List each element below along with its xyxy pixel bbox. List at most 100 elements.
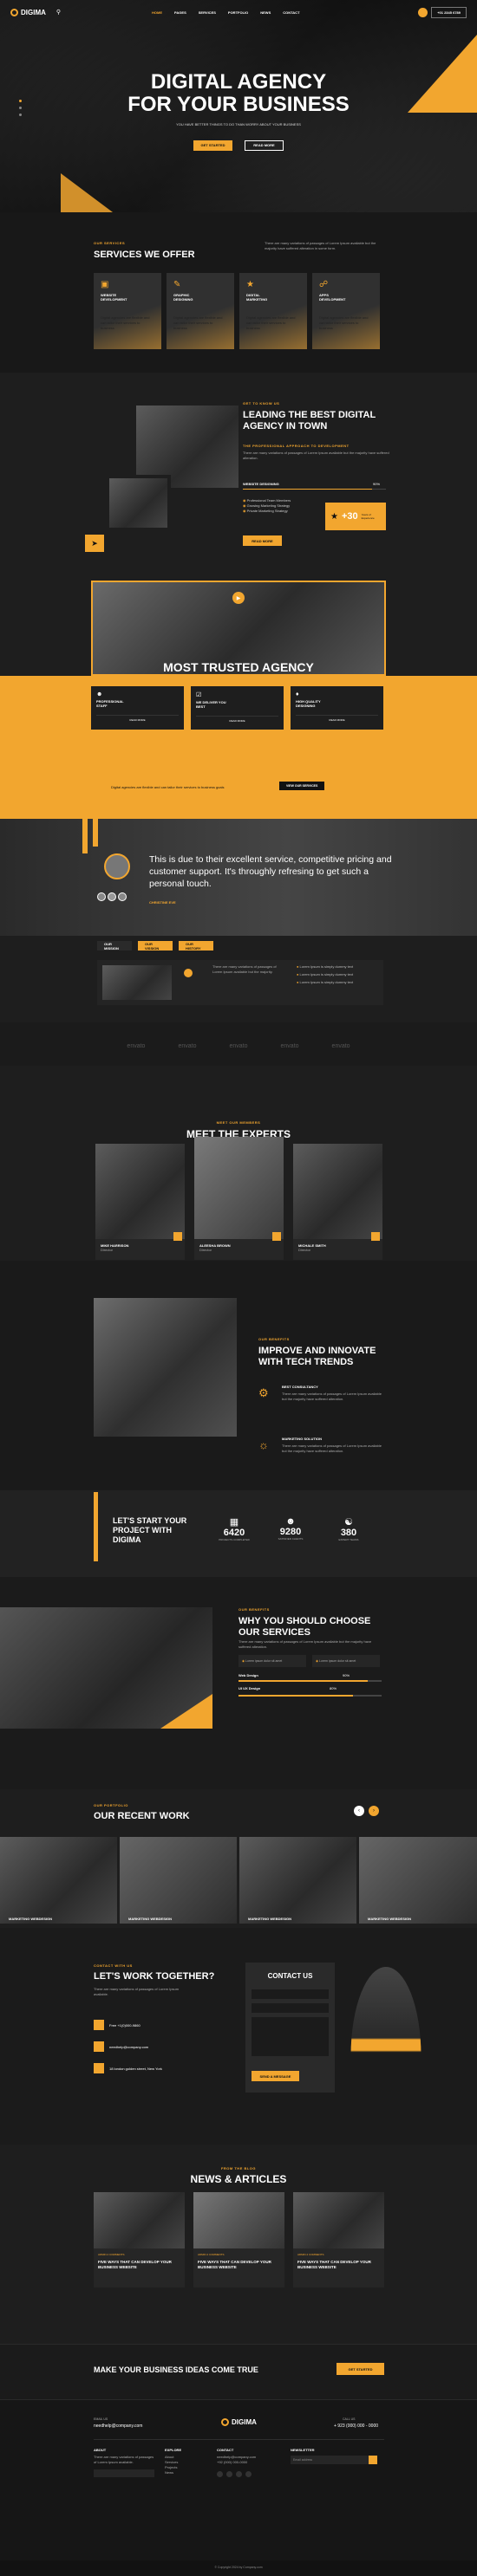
work-item[interactable] — [120, 1837, 237, 1924]
newsletter-submit-button[interactable] — [369, 2456, 377, 2464]
play-button-icon[interactable]: ▶ — [232, 592, 245, 604]
news-card[interactable]: ADMIN 2 COMMENTS FIVE WAYS THAT CAN DEVE… — [94, 2248, 185, 2287]
consultancy-icon: ⚙ — [258, 1386, 269, 1399]
next-arrow-icon[interactable]: › — [369, 1806, 379, 1816]
instagram-icon[interactable] — [236, 2471, 242, 2477]
message-field[interactable] — [252, 2017, 329, 2056]
work-item[interactable] — [0, 1837, 117, 1924]
header-phone[interactable]: +01 2345 6789 — [431, 6, 467, 18]
services-section — [0, 212, 477, 373]
trusted-card[interactable]: ☑ WE DELIVER YOU BEST READ MORE — [191, 686, 284, 730]
news-image[interactable] — [94, 2192, 185, 2248]
linkedin-icon[interactable] — [245, 2471, 252, 2477]
about-skill-pct: 90% — [373, 482, 381, 486]
share-icon[interactable] — [371, 1232, 380, 1241]
share-icon[interactable] — [272, 1232, 281, 1241]
trusted-card-link[interactable]: READ MORE — [196, 716, 278, 723]
about-read-more-button[interactable]: READ MORE — [243, 535, 282, 546]
nav-item-portfolio[interactable]: PORTFOLIO — [228, 10, 248, 15]
service-card[interactable]: ▣ WEBSITE DEVELOPMENT Digital agencies a… — [94, 273, 161, 349]
avatar[interactable] — [108, 892, 116, 901]
footer-contact-phone[interactable]: +92 (000) 000-0000 — [217, 2460, 256, 2465]
trusted-card[interactable]: ☻ PROFESSIONAL STAFF READ MORE — [91, 686, 184, 730]
view-services-button[interactable]: VIEW OUR SERVICES — [279, 782, 325, 790]
nav-item-contact[interactable]: CONTACT — [283, 10, 299, 15]
avatar[interactable] — [118, 892, 127, 901]
service-card[interactable]: ✎ GRAPHIC DESIGNING Digital agencies are… — [167, 273, 234, 349]
phone-icon[interactable] — [418, 7, 428, 17]
partner-logo: envato — [178, 1043, 197, 1049]
team-member-photo[interactable] — [95, 1144, 185, 1239]
share-icon[interactable] — [173, 1232, 182, 1241]
newsletter-input[interactable]: Email address — [291, 2456, 377, 2464]
work-item[interactable] — [359, 1837, 477, 1924]
clients-icon: ☻ — [285, 1516, 296, 1527]
search-icon[interactable]: ⚲ — [56, 9, 61, 16]
nav-item-services[interactable]: SERVICES — [199, 10, 216, 15]
marketing-title: MARKETING SOLUTION — [282, 1437, 322, 1441]
news-image[interactable] — [193, 2192, 284, 2248]
service-text: Digital agencies are flexible and can ta… — [101, 315, 150, 330]
contact-form-title: CONTACT US — [267, 1972, 313, 1980]
footer-copyright: © Copyright 2024 by Company.com — [214, 2566, 263, 2569]
why-box: ◉ Lorem ipsum dolor sit amet — [312, 1655, 380, 1667]
hero-read-more-button[interactable]: READ MORE — [245, 140, 284, 151]
footer-email[interactable]: needhelp@company.com — [94, 2424, 142, 2429]
team-member-photo[interactable] — [293, 1144, 382, 1239]
footer-col-title: CONTACT — [217, 2448, 234, 2452]
send-message-button[interactable]: SEND A MESSAGE — [252, 2071, 299, 2081]
tab-vission[interactable]: OUR VISSION — [138, 941, 173, 951]
website-icon: ▣ — [101, 280, 109, 289]
footer-call[interactable]: + 923 (000) 000 - 0000 — [334, 2424, 378, 2429]
news-card[interactable]: ADMIN 2 COMMENTS FIVE WAYS THAT CAN DEVE… — [193, 2248, 284, 2287]
list-item: ● Lorem Ipsum is simply dummy text — [297, 980, 354, 984]
cta-title: MAKE YOUR BUSINESS IDEAS COME TRUE — [94, 2365, 258, 2374]
about-send-icon: ➤ — [85, 535, 104, 552]
services-intro: There are many variations of passages of… — [265, 241, 376, 250]
slide-dot[interactable] — [19, 114, 22, 116]
stat-value: 9280 — [279, 1527, 302, 1537]
news-image[interactable] — [293, 2192, 384, 2248]
partner-logo: envato — [229, 1043, 248, 1049]
slide-dot[interactable] — [19, 100, 22, 102]
stat-block: ▦ 6420 PROJECTS COMPLETED — [217, 1516, 252, 1541]
footer-link[interactable]: News — [165, 2470, 178, 2475]
service-card[interactable]: ★ DIGITAL MARKETING Digital agencies are… — [239, 273, 307, 349]
prev-arrow-icon[interactable]: ‹ — [354, 1806, 364, 1816]
work-item[interactable] — [239, 1837, 356, 1924]
trusted-card-title: HIGH QUALITY DESIGNING — [296, 699, 321, 708]
logo[interactable]: DIGIMA — [10, 8, 46, 16]
work-title: OUR RECENT WORK — [94, 1811, 190, 1821]
innovate-label: OUR BENEFITS — [258, 1337, 290, 1341]
footer-logo[interactable]: DIGIMA — [221, 2418, 257, 2426]
contact-email[interactable]: needhelp@company.com — [109, 2045, 148, 2049]
avatar[interactable] — [97, 892, 106, 901]
email-field[interactable] — [252, 2003, 329, 2013]
tab-mission[interactable]: OUR MISSION — [97, 941, 132, 951]
twitter-icon[interactable] — [226, 2471, 232, 2477]
stat-block: ☻ 9280 SATISFIED CLIENTS — [273, 1516, 308, 1541]
footer-subscribe-field[interactable] — [94, 2469, 154, 2477]
cta-get-started-button[interactable]: GET STARTED — [337, 2363, 384, 2375]
facebook-icon[interactable] — [217, 2471, 223, 2477]
service-text: Digital agencies are flexible and can ta… — [319, 315, 369, 330]
contact-phone[interactable]: Free +1(0)000-9860 — [109, 2023, 140, 2028]
hero-get-started-button[interactable]: GET STARTED — [193, 140, 232, 151]
trusted-card[interactable]: ♦ HIGH QUALITY DESIGNING READ MORE — [291, 686, 383, 730]
name-field[interactable] — [252, 1989, 329, 1999]
tab-history[interactable]: OUR HISTORY — [179, 941, 213, 951]
trusted-card-link[interactable]: READ MORE — [96, 715, 179, 722]
why-box: ◉ Lorem ipsum dolor sit amet — [238, 1655, 306, 1667]
service-card[interactable]: ☍ APPS DEVELOPMENT Digital agencies are … — [312, 273, 380, 349]
nav-item-pages[interactable]: PAGES — [174, 10, 186, 15]
experience-value: +30 — [341, 511, 358, 522]
slide-dot[interactable] — [19, 107, 22, 109]
news-card[interactable]: ADMIN 2 COMMENTS FIVE WAYS THAT CAN DEVE… — [293, 2248, 384, 2287]
why-skill-fill — [238, 1680, 368, 1682]
news-card-title: FIVE WAYS THAT CAN DEVELOP YOUR BUSINESS… — [198, 2260, 271, 2269]
nav-item-home[interactable]: HOME — [152, 10, 162, 15]
nav-item-news[interactable]: NEWS — [260, 10, 271, 15]
team-member-photo[interactable] — [194, 1137, 284, 1239]
trusted-card-link[interactable]: READ MORE — [296, 715, 378, 722]
about-skill-bar — [243, 489, 386, 490]
